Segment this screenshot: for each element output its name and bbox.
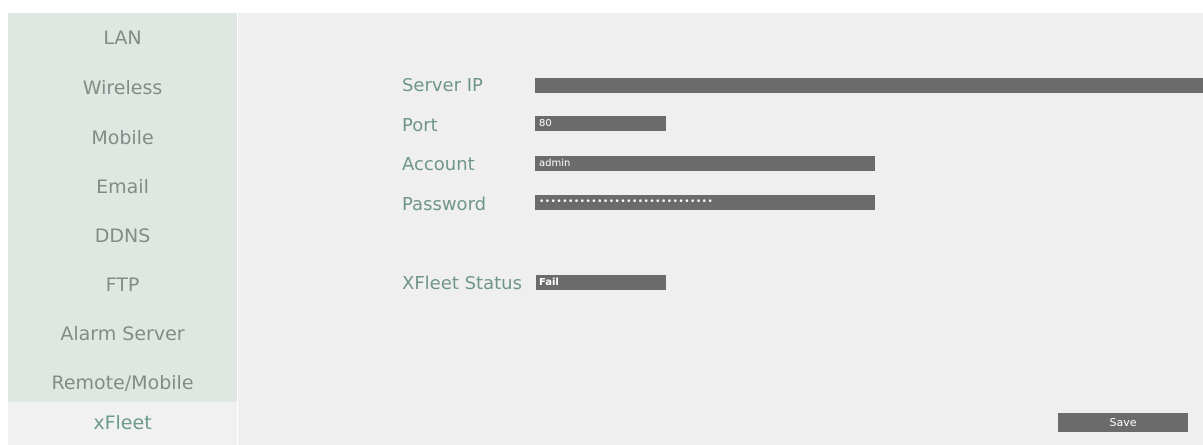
port-label: Port (402, 115, 438, 136)
save-button[interactable]: Save (1058, 413, 1188, 432)
xfleet-status-label: XFleet Status (402, 273, 522, 294)
xfleet-status-value: Fail (536, 275, 666, 290)
sidebar-item-ddns[interactable]: DDNS (8, 211, 237, 261)
sidebar-item-xfleet[interactable]: xFleet (8, 402, 237, 445)
server-ip-input[interactable] (535, 78, 1203, 93)
account-label: Account (402, 154, 475, 175)
sidebar-item-mobile[interactable]: Mobile (8, 113, 237, 163)
sidebar-item-ftp[interactable]: FTP (8, 260, 237, 310)
port-input[interactable] (535, 116, 666, 131)
sidebar-item-lan[interactable]: LAN (8, 13, 237, 63)
sidebar-item-wireless[interactable]: Wireless (8, 63, 237, 113)
server-ip-label: Server IP (402, 75, 483, 96)
password-label: Password (402, 194, 487, 215)
password-input[interactable] (535, 195, 875, 210)
sidebar-item-alarm-server[interactable]: Alarm Server (8, 309, 237, 359)
sidebar-item-remote-mobile[interactable]: Remote/Mobile (8, 358, 237, 408)
account-input[interactable] (535, 156, 875, 171)
xfleet-settings-page: LAN Wireless Mobile Email DDNS FTP Alarm… (0, 0, 1203, 445)
sidebar-item-email[interactable]: Email (8, 162, 237, 212)
settings-sidebar: LAN Wireless Mobile Email DDNS FTP Alarm… (8, 13, 237, 445)
